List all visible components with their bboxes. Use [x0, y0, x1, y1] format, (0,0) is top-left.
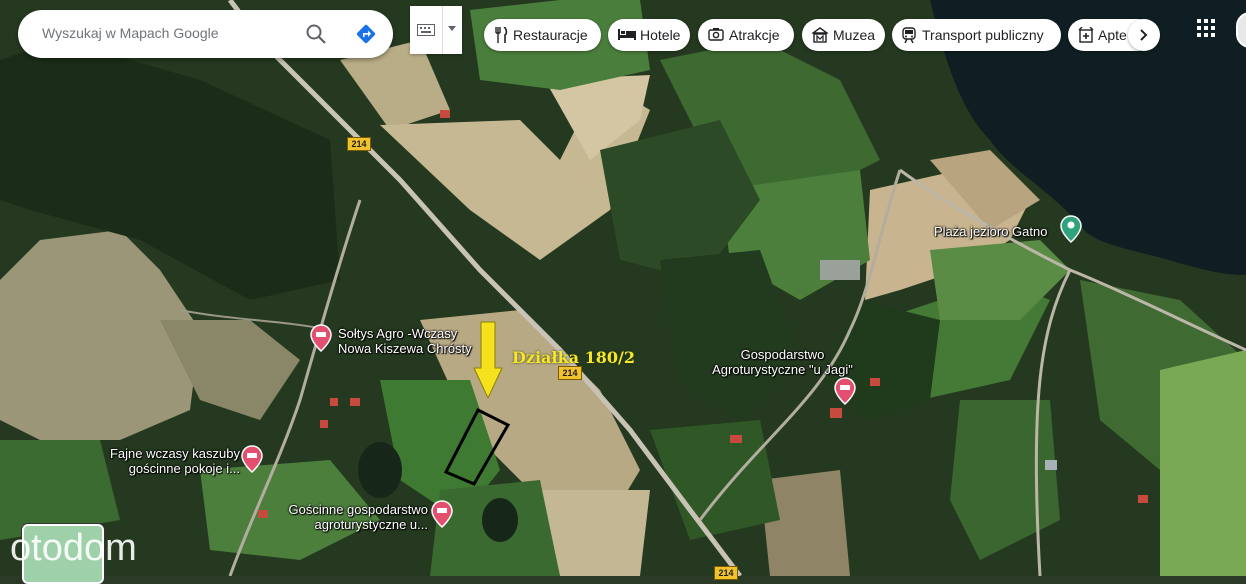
place-name: Nowa Kiszewa Chrósty [338, 341, 472, 356]
chip-label: Hotele [640, 27, 681, 43]
camera-icon [708, 28, 724, 41]
plot-label: Działka 180/2 [512, 348, 635, 367]
directions-icon[interactable] [354, 22, 378, 46]
search-input[interactable]: Wyszukaj w Mapach Google [42, 25, 219, 41]
train-icon [902, 27, 916, 43]
chip-label: Atrakcje [729, 27, 780, 43]
place-label[interactable]: Sołtys Agro -Wczasy Nowa Kiszewa Chrósty [338, 326, 472, 356]
chip-restaurants[interactable]: Restauracje [484, 19, 601, 51]
chip-hotels[interactable]: Hotele [608, 19, 690, 51]
watermark-logo: otodom [10, 527, 190, 575]
pharmacy-icon [1078, 27, 1094, 43]
chip-label: Transport publiczny [922, 27, 1044, 43]
place-label[interactable]: Gospodarstwo Agroturystyczne "u Jagi" [700, 347, 865, 377]
search-box[interactable]: Wyszukaj w Mapach Google [18, 10, 393, 58]
place-name: gościnne pokoje i... [128, 461, 240, 476]
place-name: Gospodarstwo [740, 347, 825, 362]
place-name: Plaża jezioro Gatno [934, 224, 1048, 239]
place-name: Sołtys Agro -Wczasy [338, 326, 458, 341]
chevron-down-icon[interactable] [448, 26, 456, 32]
chip-public-transport[interactable]: Transport publiczny [892, 19, 1061, 51]
chip-label: Muzea [833, 27, 876, 43]
search-icon[interactable] [304, 22, 328, 46]
road-number-badge: 214 [714, 566, 738, 580]
place-label[interactable]: Fajne wczasy kaszuby gościnne pokoje i..… [100, 446, 240, 476]
place-label[interactable]: Gościnne gospodarstwo agroturystyczne u.… [276, 502, 428, 532]
chip-label: Restauracje [513, 27, 588, 43]
fork-knife-icon [495, 27, 508, 43]
chip-museums[interactable]: Muzea [802, 19, 885, 51]
bed-icon [618, 29, 636, 40]
chip-attractions[interactable]: Atrakcje [698, 19, 794, 51]
road-number-badge: 214 [347, 137, 371, 151]
apps-grid-icon[interactable] [1194, 16, 1218, 40]
input-tools-button[interactable] [410, 6, 462, 54]
chevron-right-icon [1140, 29, 1148, 41]
satellite-map[interactable] [0, 0, 1246, 576]
road-number-badge: 214 [558, 366, 582, 380]
otodom-logo: otodom [10, 527, 137, 569]
place-name: Gościnne gospodarstwo [288, 502, 428, 517]
chips-next-button[interactable] [1128, 19, 1160, 51]
place-name: Fajne wczasy kaszuby [109, 446, 240, 461]
place-name: Agroturystyczne "u Jagi" [712, 362, 853, 377]
chip-label: Apte [1098, 27, 1127, 43]
place-name: agroturystyczne u... [314, 517, 428, 532]
museum-icon [812, 27, 828, 43]
keyboard-icon [417, 24, 435, 36]
watermark-text: otodom [10, 530, 137, 569]
place-label[interactable]: Plaża jezioro Gatno [934, 224, 1047, 239]
